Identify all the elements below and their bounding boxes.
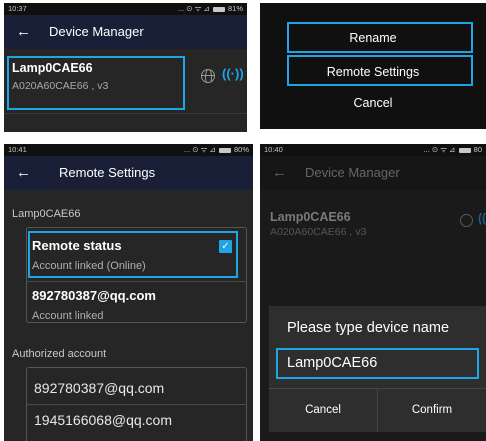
page-title: Remote Settings bbox=[59, 165, 156, 180]
device-manager-screen: 10:37 ... ⊙ ᯤ ⊿ 81% ← Device Manager Lam… bbox=[4, 3, 247, 132]
linked-account-sub: Account linked bbox=[32, 310, 104, 322]
app-bar: ← Remote Settings bbox=[4, 156, 253, 190]
authorized-account-item[interactable]: 1945166068@qq.com bbox=[34, 412, 172, 428]
status-bar: 10:40 ... ⊙ ᯤ ⊿ 80 bbox=[260, 144, 486, 156]
remote-status-checkbox[interactable]: ✓ bbox=[219, 240, 232, 253]
device-label: Lamp0CAE66 bbox=[12, 208, 81, 220]
back-arrow-icon: ← bbox=[272, 164, 287, 181]
globe-icon bbox=[460, 214, 473, 227]
divider bbox=[26, 281, 247, 282]
rename-dialog-screen: 10:40 ... ⊙ ᯤ ⊿ 80 ← Device Manager Lamp… bbox=[260, 144, 486, 441]
menu-item-rename[interactable]: Rename bbox=[260, 24, 486, 52]
signal-icon: ((· bbox=[478, 211, 486, 225]
status-time: 10:40 bbox=[264, 145, 283, 154]
page-title: Device Manager bbox=[49, 24, 144, 39]
battery-icon bbox=[212, 6, 225, 12]
battery-level: 80% bbox=[233, 145, 249, 154]
status-time: 10:37 bbox=[8, 4, 27, 13]
status-indicators: ... ⊙ ᯤ ⊿ bbox=[177, 4, 210, 13]
rename-dialog: Please type device name Lamp0CAE66 Cance… bbox=[269, 306, 486, 432]
battery-icon bbox=[218, 147, 231, 153]
device-id: A020A60CAE66 , v3 bbox=[270, 226, 367, 238]
status-time: 10:41 bbox=[8, 145, 27, 154]
confirm-button[interactable]: Confirm bbox=[378, 388, 486, 432]
app-bar: ← Device Manager bbox=[260, 156, 486, 190]
battery-icon bbox=[458, 147, 471, 153]
signal-icon[interactable]: ((·)) bbox=[222, 66, 244, 81]
linked-account-email: 892780387@qq.com bbox=[32, 288, 156, 303]
back-arrow-icon[interactable]: ← bbox=[16, 15, 31, 49]
dialog-title: Please type device name bbox=[287, 320, 450, 336]
divider bbox=[26, 404, 247, 405]
back-arrow-icon[interactable]: ← bbox=[16, 156, 31, 190]
status-icons: ... ⊙ ᯤ ⊿ 81% bbox=[178, 3, 243, 15]
device-name[interactable]: Lamp0CAE66 bbox=[12, 61, 93, 75]
battery-level: 81% bbox=[227, 4, 243, 13]
authorized-account-item[interactable]: 892780387@qq.com bbox=[34, 380, 164, 396]
device-name-input[interactable]: Lamp0CAE66 bbox=[287, 355, 377, 371]
status-icons: ... ⊙ ᯤ ⊿ 80% bbox=[184, 144, 249, 156]
cancel-button[interactable]: Cancel bbox=[269, 388, 377, 432]
status-indicators: ... ⊙ ᯤ ⊿ bbox=[183, 145, 216, 154]
app-bar: ← Device Manager bbox=[4, 15, 247, 49]
status-indicators: ... ⊙ ᯤ ⊿ bbox=[423, 145, 456, 154]
page-title: Device Manager bbox=[305, 165, 400, 180]
remote-status-title: Remote status bbox=[32, 238, 122, 253]
device-id: A020A60CAE66 , v3 bbox=[12, 80, 109, 92]
battery-level: 80 bbox=[473, 145, 482, 154]
device-name: Lamp0CAE66 bbox=[270, 210, 351, 224]
status-bar: 10:41 ... ⊙ ᯤ ⊿ 80% bbox=[4, 144, 253, 156]
menu-item-cancel[interactable]: Cancel bbox=[260, 89, 486, 117]
menu-item-remote-settings[interactable]: Remote Settings bbox=[260, 58, 486, 86]
authorized-account-label: Authorized account bbox=[12, 348, 107, 360]
context-menu: Rename Remote Settings Cancel bbox=[260, 3, 486, 129]
status-bar: 10:37 ... ⊙ ᯤ ⊿ 81% bbox=[4, 3, 247, 15]
remote-status-sub: Account linked (Online) bbox=[32, 260, 146, 272]
divider bbox=[4, 113, 247, 114]
status-icons: ... ⊙ ᯤ ⊿ 80 bbox=[424, 144, 482, 156]
globe-icon[interactable] bbox=[201, 69, 215, 83]
remote-settings-screen: 10:41 ... ⊙ ᯤ ⊿ 80% ← Remote Settings La… bbox=[4, 144, 253, 441]
